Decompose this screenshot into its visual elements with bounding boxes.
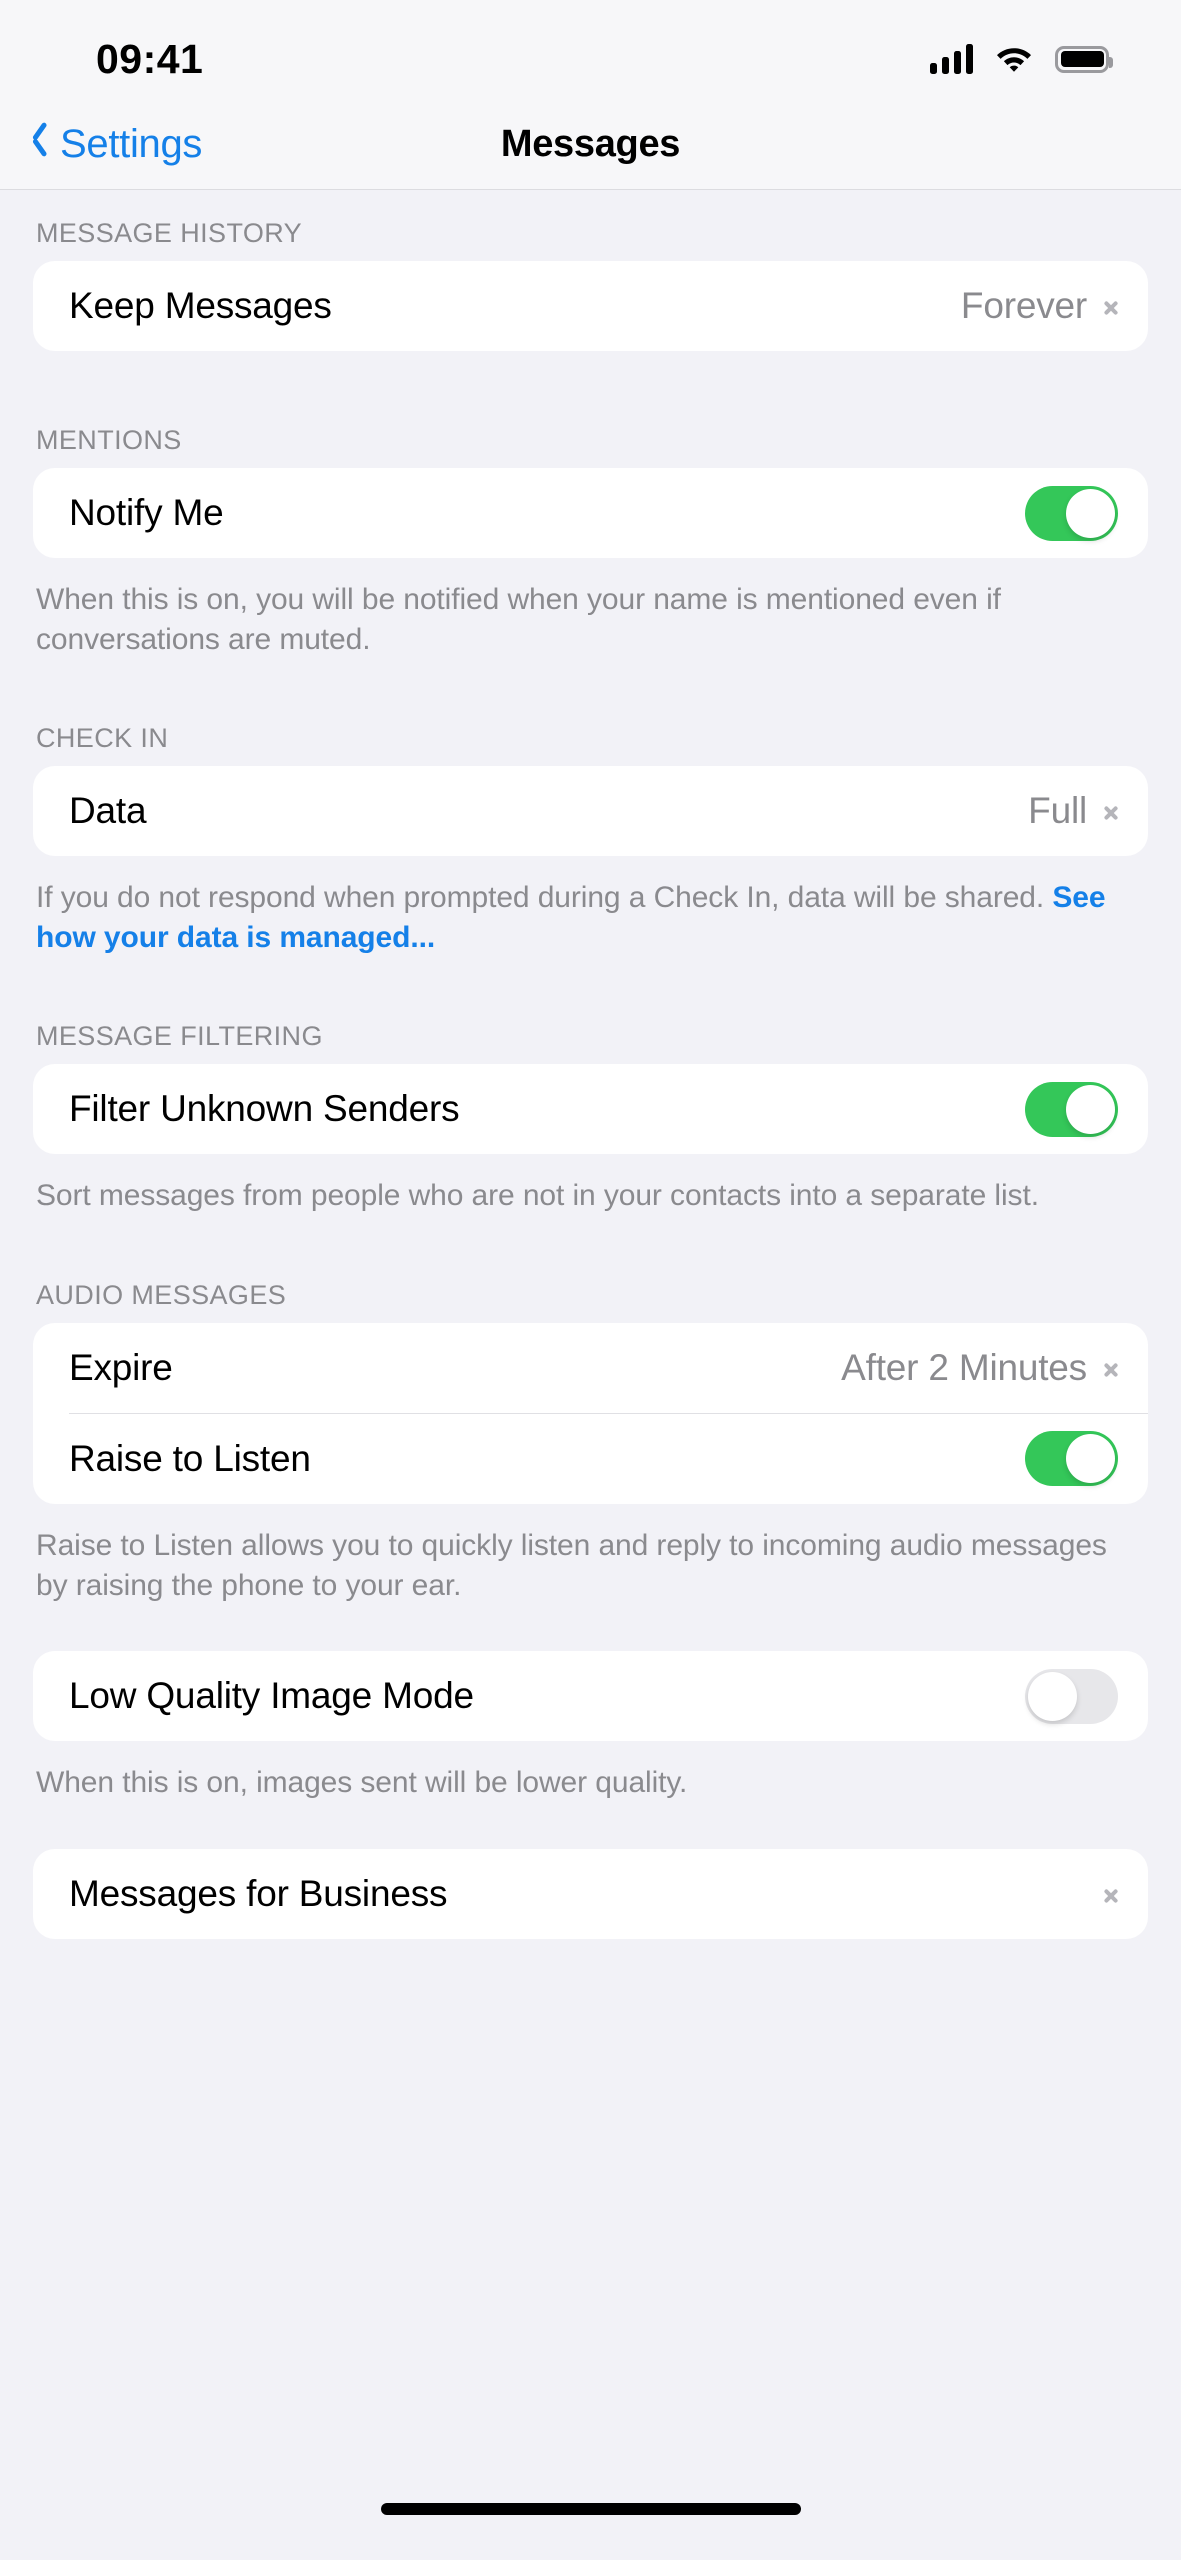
chevron-right-icon — [1105, 1882, 1118, 1906]
group-message-filtering: Filter Unknown Senders — [33, 1064, 1148, 1155]
footer-message-filtering: Sort messages from people who are not in… — [36, 1179, 1039, 1213]
group-business: Messages for Business — [33, 1848, 1148, 1939]
row-label: Messages for Business — [69, 1872, 448, 1914]
cellular-signal-icon — [930, 44, 973, 74]
home-indicator[interactable] — [380, 2503, 801, 2515]
toggle-knob — [1066, 1434, 1115, 1484]
footer-audio-messages: Raise to Listen allows you to quickly li… — [36, 1528, 1107, 1602]
row-data[interactable]: Data Full — [33, 766, 1148, 856]
row-messages-for-business[interactable]: Messages for Business — [33, 1849, 1148, 1939]
row-keep-messages[interactable]: Keep Messages Forever — [33, 261, 1148, 351]
row-notify-me[interactable]: Notify Me — [33, 468, 1148, 558]
status-bar-time: 09:41 — [96, 35, 204, 82]
chevron-right-icon — [1105, 294, 1118, 318]
section-header-message-filtering: MESSAGE FILTERING — [36, 1021, 323, 1052]
wifi-icon — [995, 45, 1033, 73]
section-header-audio-messages: AUDIO MESSAGES — [36, 1279, 287, 1310]
status-bar: 09:41 — [0, 0, 1181, 100]
toggle-knob — [1066, 488, 1115, 538]
row-filter-unknown-senders[interactable]: Filter Unknown Senders — [33, 1064, 1148, 1154]
back-button[interactable]: Settings — [0, 122, 202, 167]
footer-check-in: If you do not respond when prompted duri… — [0, 856, 1181, 957]
row-label: Raise to Listen — [69, 1437, 311, 1479]
group-image-quality: Low Quality Image Mode — [33, 1651, 1148, 1742]
messages-settings-screen: 09:41 Settings Messages MESSAGE HISTORY … — [0, 0, 1181, 2560]
row-label: Notify Me — [69, 492, 224, 533]
row-value: After 2 Minutes — [841, 1346, 1087, 1388]
footer-check-in-text: If you do not respond when prompted duri… — [36, 881, 1053, 915]
row-value: Forever — [960, 285, 1087, 326]
settings-list[interactable]: MESSAGE HISTORY Keep Messages Forever ME… — [0, 190, 1181, 2480]
footer-mentions: When this is on, you will be notified wh… — [36, 583, 1001, 656]
row-expire[interactable]: Expire After 2 Minutes — [33, 1323, 1148, 1413]
home-indicator-area — [0, 2480, 1181, 2560]
row-label: Filter Unknown Senders — [69, 1088, 460, 1130]
toggle-notify-me[interactable] — [1025, 485, 1118, 541]
navigation-bar: Settings Messages — [0, 100, 1181, 190]
row-label: Keep Messages — [69, 285, 332, 326]
toggle-filter-unknown-senders[interactable] — [1025, 1081, 1118, 1137]
battery-full-icon — [1055, 45, 1113, 73]
section-header-message-history: MESSAGE HISTORY — [36, 218, 303, 248]
status-bar-icons — [930, 44, 1113, 74]
toggle-low-quality-image-mode[interactable] — [1025, 1668, 1118, 1724]
row-raise-to-listen[interactable]: Raise to Listen — [33, 1414, 1148, 1504]
footer-image-quality: When this is on, images sent will be low… — [36, 1766, 688, 1800]
row-low-quality-image-mode[interactable]: Low Quality Image Mode — [33, 1651, 1148, 1741]
group-message-history: Keep Messages Forever — [33, 261, 1148, 351]
row-label: Expire — [69, 1346, 173, 1388]
group-audio-messages: Expire After 2 Minutes Raise to Listen — [33, 1322, 1148, 1504]
chevron-right-icon — [1105, 799, 1118, 823]
row-label: Low Quality Image Mode — [69, 1675, 474, 1717]
row-value: Full — [1028, 790, 1087, 832]
back-button-label: Settings — [60, 122, 203, 166]
group-mentions: Notify Me — [33, 468, 1148, 558]
chevron-left-icon — [30, 128, 50, 162]
row-label: Data — [69, 790, 147, 832]
toggle-knob — [1066, 1084, 1115, 1134]
toggle-knob — [1028, 1671, 1077, 1721]
chevron-right-icon — [1105, 1356, 1118, 1380]
toggle-raise-to-listen[interactable] — [1025, 1431, 1118, 1487]
section-header-check-in: CHECK IN — [36, 723, 169, 754]
section-header-mentions: MENTIONS — [36, 425, 182, 455]
group-check-in: Data Full — [33, 766, 1148, 857]
